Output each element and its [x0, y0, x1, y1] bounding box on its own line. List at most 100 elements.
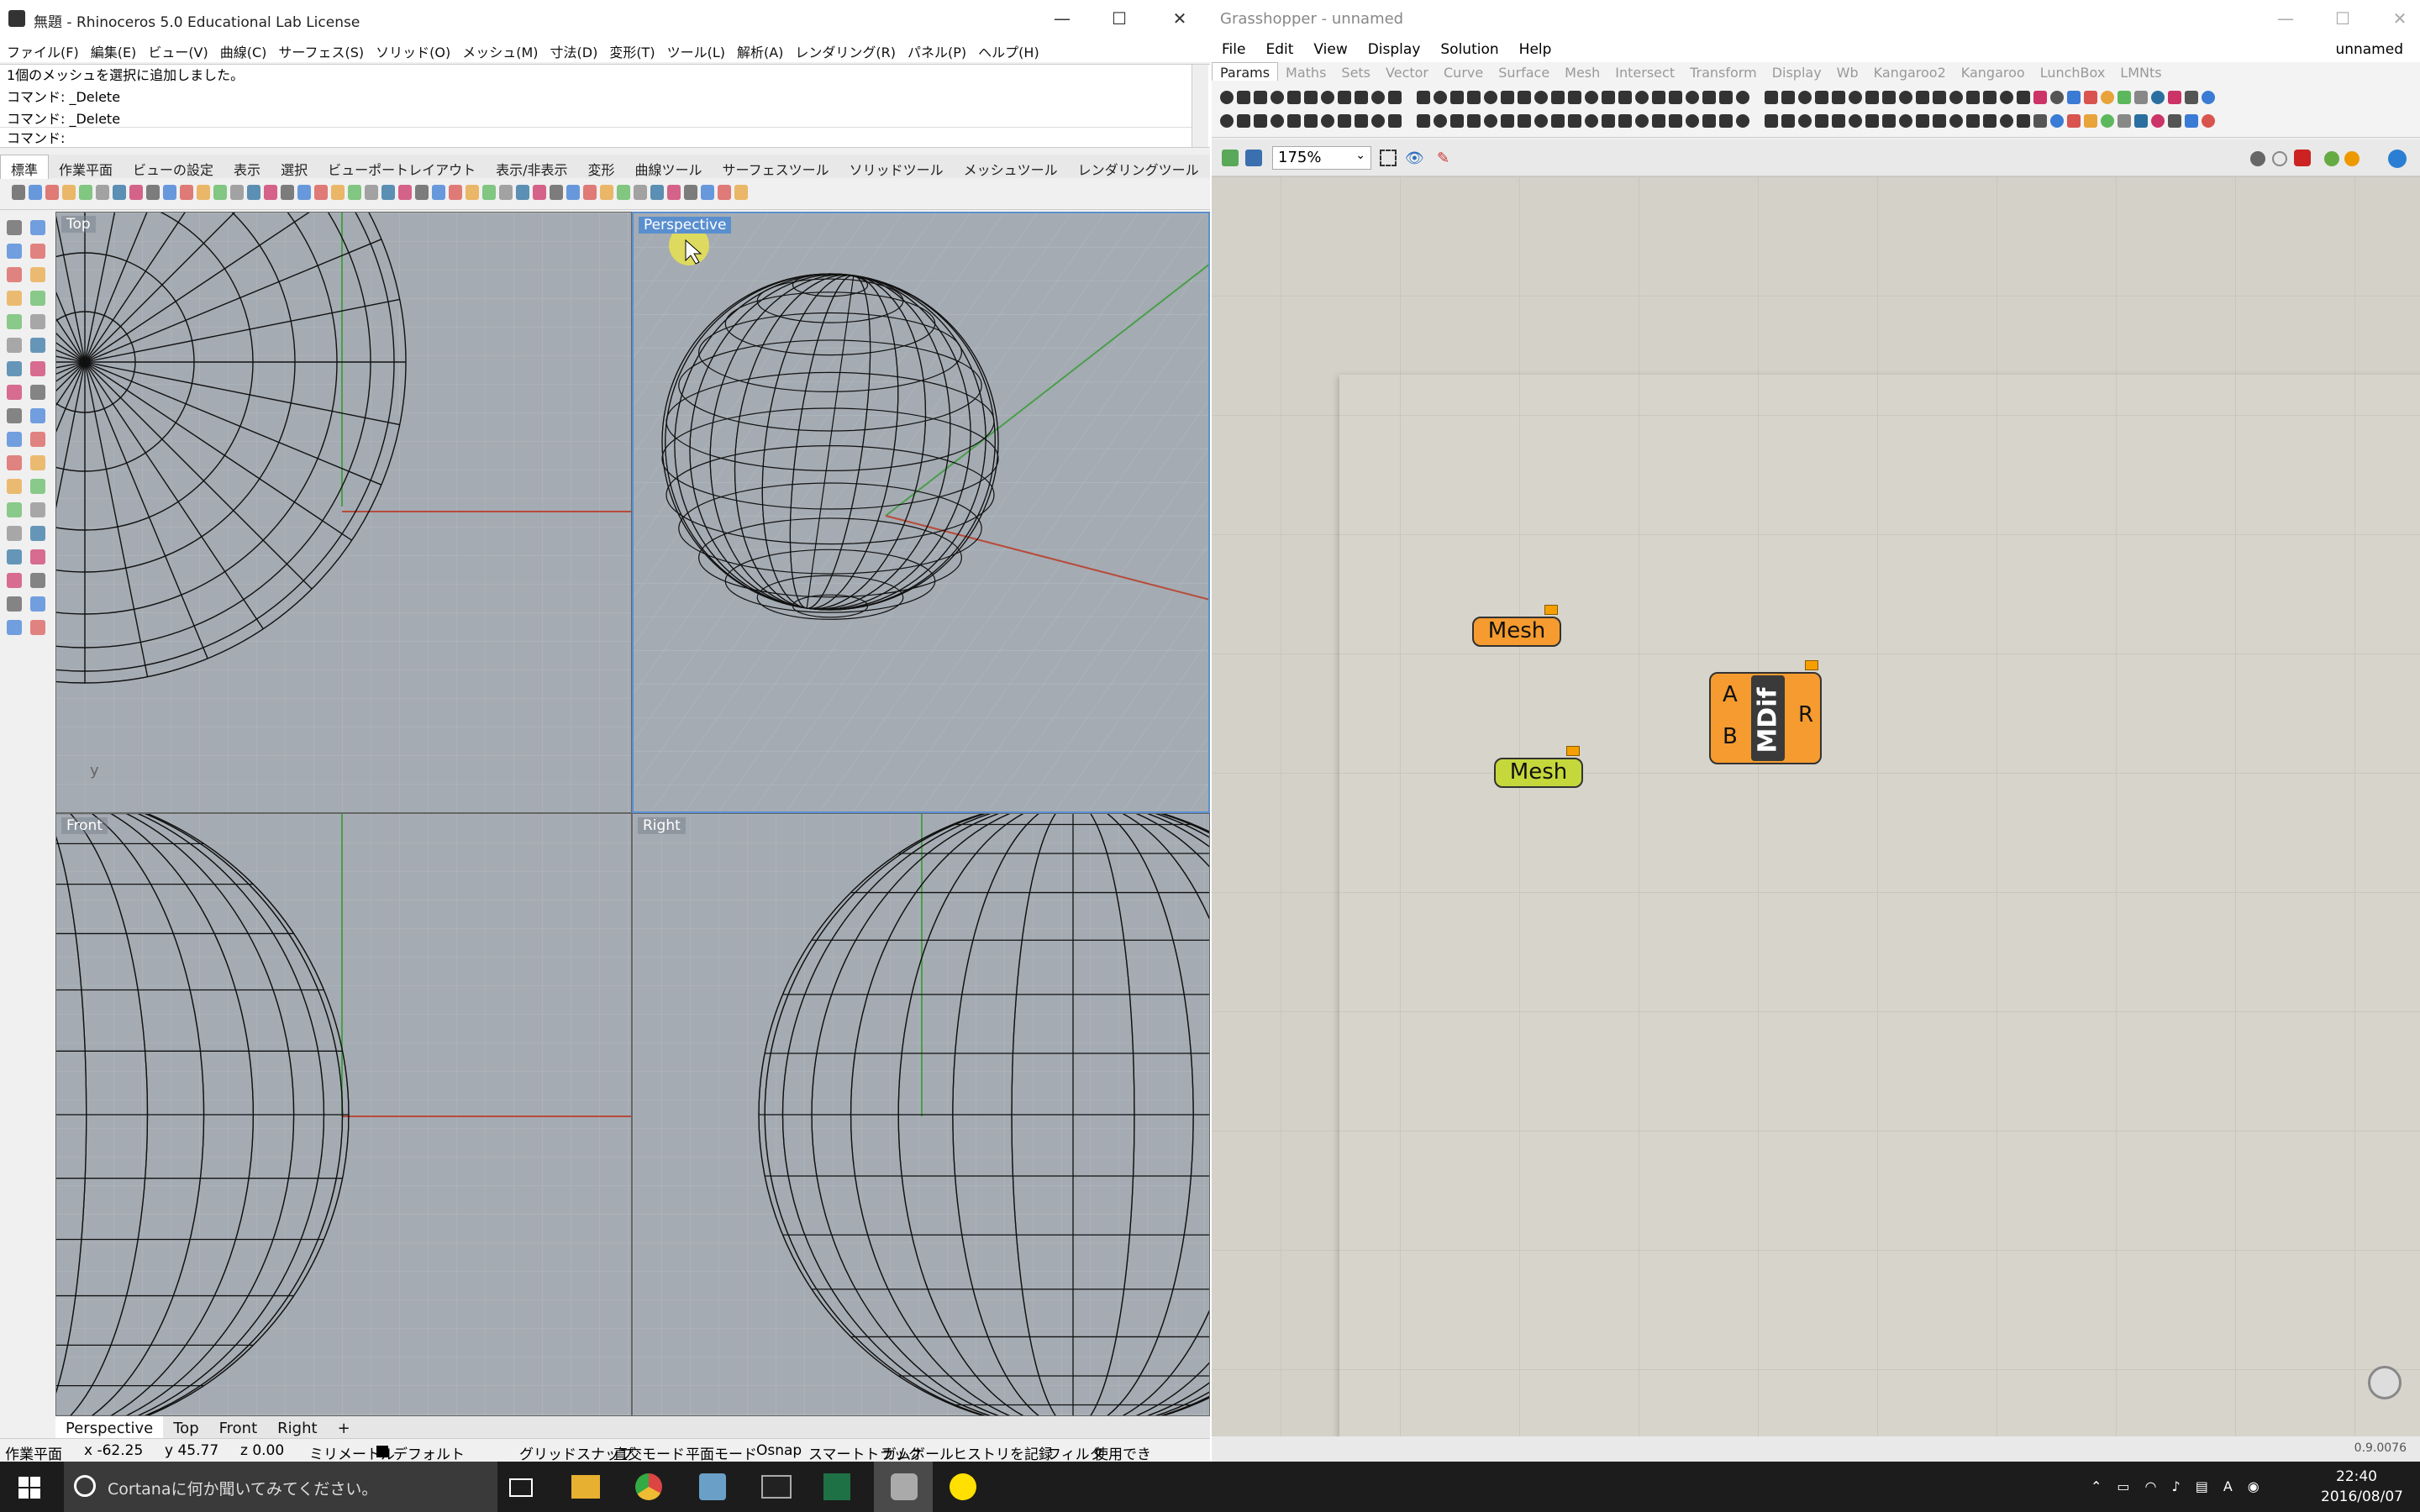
ribbon-component-icon[interactable] — [1832, 91, 1845, 104]
ribbon-component-icon[interactable] — [2202, 114, 2215, 128]
ribbon-component-icon[interactable] — [1686, 91, 1699, 104]
ribbon-component-icon[interactable] — [1585, 114, 1598, 128]
ribbon-component-icon[interactable] — [2151, 91, 2165, 104]
ribbon-component-icon[interactable] — [1287, 91, 1301, 104]
maximize-button[interactable]: ☐ — [1102, 5, 1136, 32]
toolbar-tool-icon[interactable] — [466, 185, 479, 200]
windows-start-icon[interactable] — [18, 1477, 40, 1499]
toolbar-tool-icon[interactable] — [381, 185, 395, 200]
left-tool-icon[interactable] — [30, 291, 45, 306]
ribbon-component-icon[interactable] — [1270, 114, 1284, 128]
ribbon-component-icon[interactable] — [1899, 91, 1912, 104]
left-tool-icon[interactable] — [30, 479, 45, 494]
menu-help[interactable]: ヘルプ(H) — [971, 37, 1044, 61]
ribbon-component-icon[interactable] — [1237, 91, 1250, 104]
toolbar-tool-icon[interactable] — [650, 185, 664, 200]
toolbar-tool-icon[interactable] — [45, 185, 59, 200]
ribbon-component-icon[interactable] — [1882, 91, 1896, 104]
menu-mesh[interactable]: メッシュ(M) — [455, 37, 543, 61]
toolbar-tool-icon[interactable] — [163, 185, 176, 200]
left-tool-icon[interactable] — [7, 408, 22, 423]
ribbon-component-icon[interactable] — [1417, 114, 1430, 128]
ribbon-component-icon[interactable] — [1518, 114, 1531, 128]
ribbon-component-icon[interactable] — [1568, 114, 1581, 128]
toolbar-tool-icon[interactable] — [701, 185, 714, 200]
gh-canvas[interactable]: Mesh Mesh A B R MDif — [1212, 176, 2420, 1436]
gh-menu-edit[interactable]: Edit — [1255, 37, 1303, 58]
ribbon-component-icon[interactable] — [1602, 114, 1615, 128]
menu-curve[interactable]: 曲線(C) — [213, 37, 272, 61]
left-tool-icon[interactable] — [7, 361, 22, 376]
ribbon-component-icon[interactable] — [1798, 114, 1812, 128]
ribbon-component-icon[interactable] — [1585, 91, 1598, 104]
task-view-icon[interactable] — [509, 1478, 533, 1497]
ribbon-component-icon[interactable] — [2033, 91, 2047, 104]
ribbon-component-icon[interactable] — [2050, 114, 2064, 128]
toggle-ortho[interactable]: 直交モード — [613, 1442, 685, 1463]
toolbar-tool-icon[interactable] — [264, 185, 277, 200]
left-tool-icon[interactable] — [30, 267, 45, 282]
gh-minimize-button[interactable]: — — [2269, 5, 2302, 32]
left-tool-icon[interactable] — [30, 220, 45, 235]
ribbon-component-icon[interactable] — [1949, 114, 1963, 128]
tab-select[interactable]: 選択 — [271, 155, 318, 179]
close-button[interactable]: ✕ — [1163, 5, 1197, 32]
ribbon-component-icon[interactable] — [1765, 114, 1778, 128]
toolbar-tool-icon[interactable] — [583, 185, 597, 200]
menu-panels[interactable]: パネル(P) — [901, 37, 971, 61]
ribbon-component-icon[interactable] — [1798, 91, 1812, 104]
ribbon-component-icon[interactable] — [2168, 91, 2181, 104]
toolbar-tool-icon[interactable] — [146, 185, 160, 200]
toolbar-tool-icon[interactable] — [566, 185, 580, 200]
toolbar-tool-icon[interactable] — [634, 185, 647, 200]
gh-menu-file[interactable]: File — [1212, 37, 1255, 58]
menu-view[interactable]: ビュー(V) — [141, 37, 213, 61]
grasshopper-taskbar-item[interactable] — [874, 1462, 933, 1512]
toolbar-tool-icon[interactable] — [499, 185, 513, 200]
ribbon-component-icon[interactable] — [1501, 114, 1514, 128]
gh-close-button[interactable]: ✕ — [2383, 5, 2417, 32]
left-tool-icon[interactable] — [7, 479, 22, 494]
ribbon-component-icon[interactable] — [2084, 91, 2097, 104]
gh-tab-surface[interactable]: Surface — [1491, 63, 1557, 81]
menu-surface[interactable]: サーフェス(S) — [271, 37, 369, 61]
vp-tab-top[interactable]: Top — [163, 1416, 208, 1441]
left-tool-icon[interactable] — [30, 455, 45, 470]
viewport-perspective-label[interactable]: Perspective — [639, 217, 732, 234]
left-tool-icon[interactable] — [30, 502, 45, 517]
toggle-record-history[interactable]: ヒストリを記録 — [953, 1442, 1053, 1463]
ribbon-component-icon[interactable] — [1501, 91, 1514, 104]
gh-tab-mesh[interactable]: Mesh — [1557, 63, 1607, 81]
ribbon-component-icon[interactable] — [1467, 91, 1481, 104]
ribbon-component-icon[interactable] — [1388, 91, 1402, 104]
ribbon-component-icon[interactable] — [1815, 114, 1828, 128]
ribbon-component-icon[interactable] — [1765, 91, 1778, 104]
ribbon-component-icon[interactable] — [2000, 91, 2013, 104]
tab-standard[interactable]: 標準 — [0, 155, 50, 179]
ribbon-component-icon[interactable] — [1602, 91, 1615, 104]
ribbon-component-icon[interactable] — [1371, 91, 1385, 104]
open-file-icon[interactable] — [1222, 150, 1239, 166]
left-tool-icon[interactable] — [30, 244, 45, 259]
mesh-param-green[interactable]: Mesh — [1494, 758, 1583, 788]
toolbar-tool-icon[interactable] — [600, 185, 613, 200]
toolbar-tool-icon[interactable] — [79, 185, 92, 200]
vp-tab-right[interactable]: Right — [267, 1416, 327, 1441]
toolbar-tool-icon[interactable] — [550, 185, 563, 200]
ribbon-component-icon[interactable] — [2017, 114, 2030, 128]
ribbon-component-icon[interactable] — [1434, 91, 1447, 104]
left-tool-icon[interactable] — [30, 620, 45, 635]
ribbon-component-icon[interactable] — [1983, 91, 1996, 104]
ribbon-component-icon[interactable] — [1702, 91, 1716, 104]
toolbar-tool-icon[interactable] — [96, 185, 109, 200]
gh-tab-maths[interactable]: Maths — [1278, 63, 1334, 81]
ribbon-component-icon[interactable] — [1618, 91, 1632, 104]
toolbar-tool-icon[interactable] — [12, 185, 25, 200]
clock-date[interactable]: 2016/08/07 — [2321, 1488, 2403, 1505]
ribbon-component-icon[interactable] — [1388, 114, 1402, 128]
gh-tab-kangaroo[interactable]: Kangaroo — [1954, 63, 2033, 81]
yellow-circle-app-icon[interactable] — [950, 1473, 976, 1500]
ribbon-component-icon[interactable] — [1484, 91, 1497, 104]
preview-eye-icon[interactable]: 👁 — [1405, 150, 1425, 167]
tab-mesh-tools[interactable]: メッシュツール — [954, 155, 1068, 179]
